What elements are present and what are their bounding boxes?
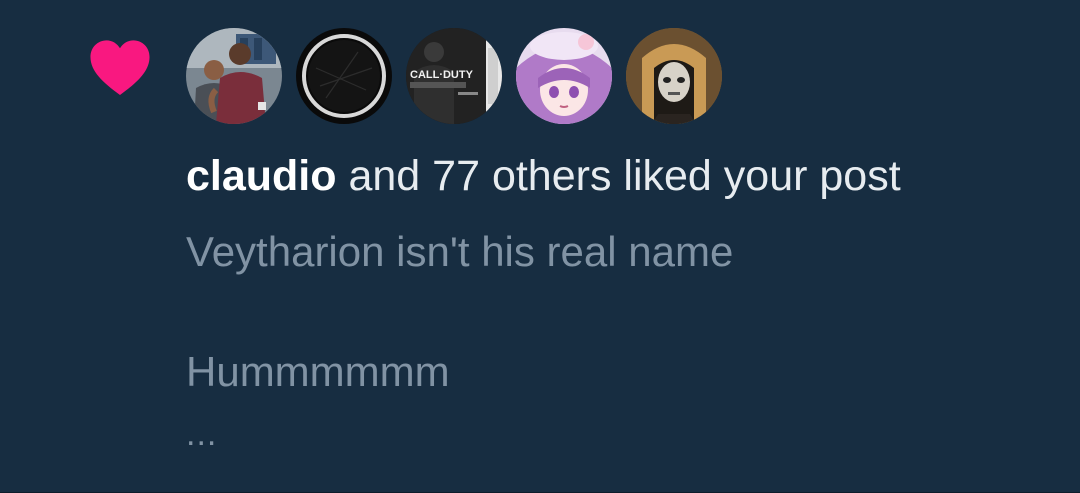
- liker-avatar-1[interactable]: [186, 28, 282, 124]
- heart-icon: [90, 40, 150, 95]
- post-preview[interactable]: Veytharion isn't his real name Hummmmmm: [186, 222, 733, 402]
- liker-avatar-5[interactable]: [626, 28, 722, 124]
- liker-avatar-2[interactable]: [296, 28, 392, 124]
- liker-avatar-3[interactable]: CALL·DUTY: [406, 28, 502, 124]
- truncation-ellipsis: ...: [186, 415, 218, 453]
- game-title-text: CALL·DUTY: [410, 69, 474, 81]
- post-preview-line-1: Veytharion isn't his real name: [186, 228, 734, 275]
- liker-avatar-4[interactable]: [516, 28, 612, 124]
- actor-name-link[interactable]: claudio: [186, 152, 337, 200]
- action-text: and 77 others liked your post: [336, 152, 901, 200]
- notification-headline: claudio and 77 others liked your post: [186, 150, 901, 202]
- post-preview-line-3: Hummmmmm: [186, 348, 450, 395]
- liker-avatars: CALL·DUTY: [186, 28, 722, 124]
- post-preview-line-2: [186, 282, 733, 342]
- like-notification[interactable]: CALL·DUTY claudio and 77 others liked yo…: [0, 0, 1080, 493]
